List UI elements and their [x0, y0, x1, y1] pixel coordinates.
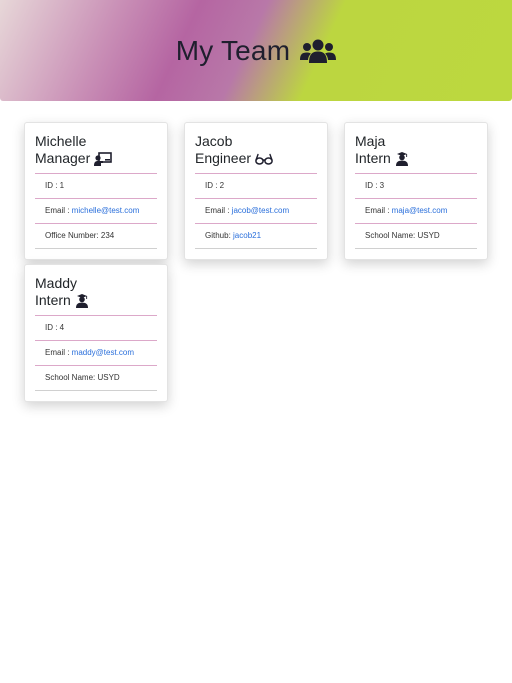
- email-row: Email : maja@test.com: [355, 199, 477, 224]
- email-link[interactable]: michelle@test.com: [72, 206, 140, 215]
- email-link[interactable]: maddy@test.com: [72, 348, 134, 357]
- employee-name: Michelle: [35, 133, 87, 149]
- employee-name: Jacob: [195, 133, 233, 149]
- email-row: Email : michelle@test.com: [35, 199, 157, 224]
- employee-role: Intern: [35, 292, 71, 308]
- card-header: Jacob Engineer: [195, 133, 317, 174]
- user-graduate-icon: [395, 151, 409, 166]
- page-title: My Team: [175, 34, 337, 67]
- id-text: ID : 4: [45, 323, 65, 332]
- glasses-icon: [255, 153, 273, 165]
- school-text: School Name: USYD: [45, 373, 120, 382]
- employee-card-jacob: Jacob Engineer ID : 2 Email : jacob@test…: [184, 122, 328, 260]
- github-label: Github:: [205, 231, 234, 240]
- id-row: ID : 3: [355, 174, 477, 199]
- page-header: My Team: [0, 0, 512, 101]
- id-text: ID : 1: [45, 181, 65, 190]
- school-text: School Name: USYD: [365, 231, 440, 240]
- office-number-text: Office Number: 234: [45, 231, 115, 240]
- school-row: School Name: USYD: [355, 224, 477, 249]
- email-row: Email : maddy@test.com: [35, 341, 157, 366]
- user-graduate-icon: [75, 293, 89, 308]
- email-label: Email :: [365, 206, 392, 215]
- github-row: Github: jacob21: [195, 224, 317, 249]
- employee-role: Intern: [355, 150, 391, 166]
- office-number-row: Office Number: 234: [35, 224, 157, 249]
- employee-card-maddy: Maddy Intern ID : 4 Email : maddy@test.c…: [24, 264, 168, 402]
- email-label: Email :: [45, 348, 72, 357]
- github-link[interactable]: jacob21: [233, 231, 261, 240]
- employee-card-maja: Maja Intern ID : 3 Email : maja@test.com…: [344, 122, 488, 260]
- employee-role: Manager: [35, 150, 91, 166]
- id-row: ID : 2: [195, 174, 317, 199]
- employee-role: Engineer: [195, 150, 252, 166]
- email-row: Email : jacob@test.com: [195, 199, 317, 224]
- email-label: Email :: [45, 206, 72, 215]
- id-text: ID : 3: [365, 181, 385, 190]
- email-link[interactable]: jacob@test.com: [232, 206, 289, 215]
- page-title-text: My Team: [175, 34, 291, 66]
- employee-name: Maja: [355, 133, 386, 149]
- email-link[interactable]: maja@test.com: [392, 206, 448, 215]
- id-row: ID : 4: [35, 316, 157, 341]
- employee-card-michelle: Michelle Manager ID : 1 Email : michelle…: [24, 122, 168, 260]
- school-row: School Name: USYD: [35, 366, 157, 391]
- employee-name: Maddy: [35, 275, 78, 291]
- id-text: ID : 2: [205, 181, 225, 190]
- users-icon: [300, 38, 337, 64]
- chalkboard-teacher-icon: [94, 151, 113, 166]
- id-row: ID : 1: [35, 174, 157, 199]
- card-header: Maddy Intern: [35, 275, 157, 316]
- card-header: Maja Intern: [355, 133, 477, 174]
- email-label: Email :: [205, 206, 232, 215]
- card-header: Michelle Manager: [35, 133, 157, 174]
